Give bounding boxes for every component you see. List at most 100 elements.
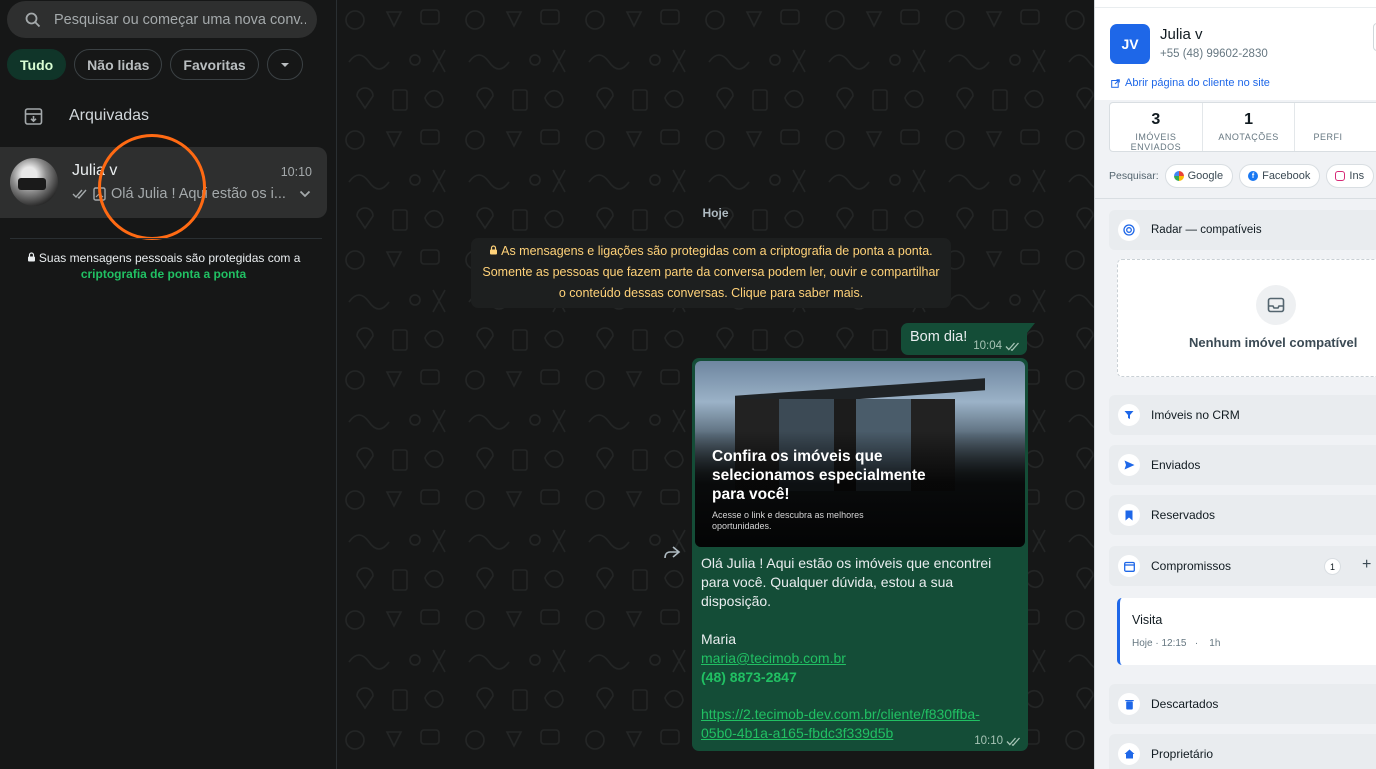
appointments-count-badge: 1 [1324,558,1341,575]
message-meta: 10:10 [974,735,1021,747]
stat-label: PERFI [1313,132,1343,142]
external-search-label: Pesquisar: [1109,170,1159,182]
stat-value: 3 [1151,111,1161,128]
message-body: Olá Julia ! Aqui estão os imóveis que en… [701,554,1019,744]
message-text: Bom dia! [910,329,968,345]
client-page-link-label: Abrir página do cliente no site [1125,77,1270,89]
appointment-title: Visita [1132,613,1163,627]
search-bar[interactable] [7,1,317,38]
promo-subtitle: Acesse o link e descubra as melhores opo… [712,510,864,531]
archived-row[interactable]: Arquivadas [0,96,337,136]
client-url-link-line[interactable]: 05b0-4b1a-a165-fbdc3f339d5b [701,724,1019,743]
section-title: Imóveis no CRM [1151,408,1240,422]
caret-down-icon [280,62,289,67]
search-icon [25,12,41,27]
crm-side-panel: JV Julia v +55 (48) 99602-2830 Abrir pág… [1094,0,1376,769]
section-title: Radar — compatíveis [1151,224,1262,236]
client-name: Julia v [1160,26,1203,43]
filter-more-button[interactable] [266,49,303,80]
inbox-icon [1256,285,1296,325]
google-search-button[interactable]: Google [1164,164,1234,188]
section-reserved[interactable]: Reservados [1109,495,1376,535]
chevron-down-icon[interactable] [299,190,311,198]
section-owner[interactable]: Proprietário [1109,734,1376,769]
appointment-card[interactable]: Visita Hoje · 12:15 · 1h [1117,598,1376,665]
filter-chips: Tudo Não lidas Favoritas [7,49,303,80]
google-icon [1173,171,1184,181]
google-search-label: Google [1187,170,1224,182]
empty-state-text: Nenhum imóvel compatível [1189,335,1358,350]
filter-unread[interactable]: Não lidas [74,49,163,80]
chat-list-panel: Tudo Não lidas Favoritas Arquivadas Juli… [0,0,337,769]
outgoing-message-with-image[interactable]: Confira os imóveis que selecionamos espe… [692,358,1028,751]
property-promo-image[interactable]: Confira os imóveis que selecionamos espe… [695,361,1025,547]
double-check-icon [72,189,87,199]
divider [1095,198,1376,199]
section-title: Compromissos [1151,559,1232,573]
appointment-when: Hoje · 12:15 [1132,638,1187,649]
date-divider: Hoje [337,204,1094,222]
calendar-icon [1118,555,1140,577]
signature-name: Maria [701,630,737,647]
message-line: para você. Qualquer dúvida, estou a sua [701,574,954,591]
divider [10,238,322,239]
encryption-note-text: Suas mensagens pessoais são protegidas c… [38,251,301,265]
highlight-circle-annotation [98,134,206,240]
client-stats: 3 IMÓVEIS ENVIADOS 1 ANOTAÇÕES PERFI [1109,102,1376,152]
instagram-search-button[interactable]: Ins [1326,164,1375,188]
external-link-icon [1111,78,1120,88]
encryption-note: Suas mensagens pessoais são protegidas c… [0,250,327,282]
forward-icon[interactable] [663,546,681,560]
email-link[interactable]: maria@tecimob.com.br [701,649,1019,668]
encryption-notice-line: As mensagens e ligações são protegidas c… [501,244,933,258]
stat-sent-properties[interactable]: 3 IMÓVEIS ENVIADOS [1110,103,1203,152]
filter-all[interactable]: Tudo [7,49,67,80]
double-check-icon [1006,737,1020,746]
facebook-search-label: Facebook [1262,170,1311,182]
facebook-search-button[interactable]: f Facebook [1239,164,1321,188]
instagram-search-label: Ins [1349,170,1365,182]
phone-number[interactable]: (48) 8873-2847 [701,668,1019,687]
home-icon [1118,743,1140,765]
lock-icon [490,245,498,255]
message-time: 10:10 [974,735,1003,747]
section-crm-properties[interactable]: Imóveis no CRM [1109,395,1376,435]
bubble-tail [1027,323,1035,333]
client-header: JV Julia v +55 (48) 99602-2830 Abrir pág… [1095,0,1376,100]
section-title: Reservados [1151,508,1216,522]
search-input[interactable] [54,11,306,28]
section-radar[interactable]: Radar — compatíveis [1109,210,1376,250]
appointment-details: Hoje · 12:15 · 1h [1132,638,1221,649]
top-bar [1095,0,1376,8]
message-line: Olá Julia ! Aqui estão os imóveis que en… [701,555,992,571]
client-url-link-line[interactable]: https://2.tecimob-dev.com.br/cliente/f83… [701,705,1019,724]
radar-empty-state: Nenhum imóvel compatível [1117,259,1376,377]
encryption-notice-line: Somente as pessoas que fazem parte da co… [482,265,940,279]
message-line: disposição. [701,593,772,610]
encryption-link[interactable]: criptografia de ponta a ponta [0,266,327,282]
stat-notes[interactable]: 1 ANOTAÇÕES [1203,103,1296,151]
section-discarded[interactable]: Descartados [1109,684,1376,724]
filter-icon [1118,404,1140,426]
trash-icon [1118,693,1140,715]
lock-icon [27,252,35,262]
section-title: Descartados [1151,697,1219,711]
section-title: Proprietário [1151,747,1214,761]
encryption-notice[interactable]: As mensagens e ligações são protegidas c… [471,238,951,308]
client-page-link[interactable]: Abrir página do cliente no site [1111,77,1270,89]
promo-title: Confira os imóveis que selecionamos espe… [712,448,926,503]
filter-favorites[interactable]: Favoritas [170,49,259,80]
instagram-icon [1335,171,1346,181]
stat-label: IMÓVEIS ENVIADOS [1130,132,1182,152]
section-title: Enviados [1151,458,1201,472]
stat-label: ANOTAÇÕES [1218,132,1279,142]
add-appointment-button[interactable]: + [1362,556,1371,574]
section-sent[interactable]: Enviados [1109,445,1376,485]
client-initials-avatar: JV [1110,24,1150,64]
outgoing-message[interactable]: Bom dia! 10:04 [901,323,1027,355]
send-icon [1118,454,1140,476]
archive-icon [24,107,43,125]
appointment-duration: 1h [1209,638,1221,649]
stat-profile[interactable]: PERFI [1295,103,1376,151]
message-meta: 10:04 [973,340,1020,352]
